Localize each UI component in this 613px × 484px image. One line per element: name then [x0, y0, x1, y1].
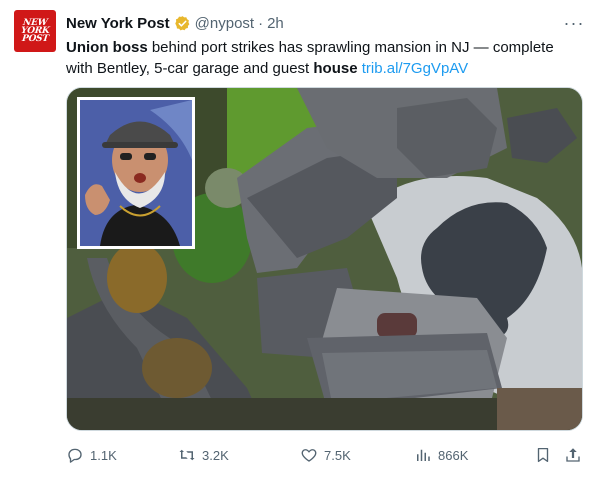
verified-badge-icon[interactable]: [174, 15, 191, 32]
avatar-logo-line-3: POST: [21, 34, 49, 44]
tweet-text: Union boss behind port strikes has spraw…: [66, 37, 566, 79]
bookmark-icon: [537, 447, 549, 463]
tweet[interactable]: NEW YORK POST New York Post @nypost · 2h…: [0, 0, 613, 484]
tweet-text-bold-2: house: [313, 60, 358, 77]
account-name[interactable]: New York Post: [66, 15, 170, 32]
repost-button[interactable]: 3.2K: [178, 442, 229, 468]
tweet-actions: 1.1K 3.2K 7.5K 866K: [66, 442, 586, 468]
like-count: 7.5K: [324, 447, 351, 463]
share-button[interactable]: [564, 442, 582, 468]
bookmark-button[interactable]: [534, 442, 552, 468]
reply-button[interactable]: 1.1K: [66, 442, 117, 468]
separator-dot: ·: [258, 14, 264, 32]
share-icon: [566, 448, 580, 462]
analytics-icon: [417, 449, 430, 461]
views-button[interactable]: 866K: [414, 442, 468, 468]
reply-icon: [68, 448, 82, 463]
union-boss-portrait-illustration: [80, 100, 192, 246]
more-options-icon[interactable]: ···: [563, 13, 585, 33]
view-count: 866K: [438, 447, 469, 463]
account-handle[interactable]: @nypost: [195, 15, 254, 32]
tweet-header: New York Post @nypost · 2h: [66, 12, 284, 34]
like-button[interactable]: 7.5K: [300, 442, 351, 468]
tweet-text-bold-1: Union boss: [66, 39, 148, 56]
avatar[interactable]: NEW YORK POST: [14, 10, 56, 52]
reply-count: 1.1K: [90, 447, 117, 463]
tweet-link[interactable]: trib.al/7GgVpAV: [362, 60, 468, 77]
repost-count: 3.2K: [202, 447, 229, 463]
heart-icon: [301, 449, 317, 462]
repost-icon: [179, 449, 195, 461]
media-image-union-boss-portrait: [77, 97, 195, 249]
timestamp[interactable]: 2h: [267, 15, 284, 32]
